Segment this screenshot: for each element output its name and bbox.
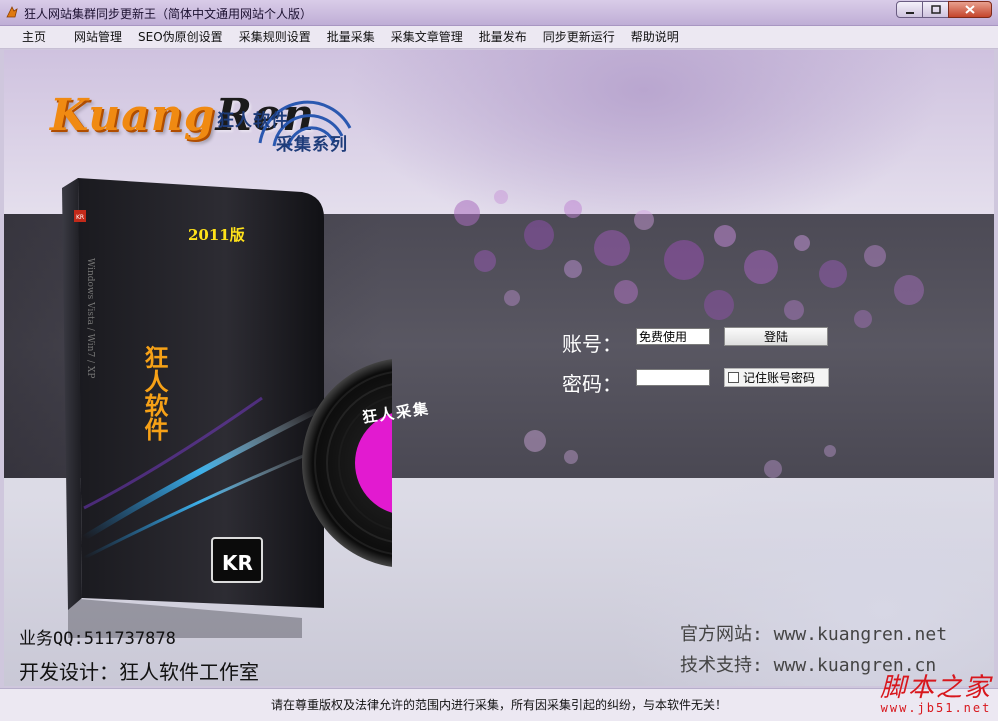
watermark-cn: 脚本之家 [879,673,992,703]
password-label: 密码： [562,372,622,396]
svg-text:KR: KR [76,214,84,221]
close-button[interactable] [948,1,992,18]
minimize-icon [905,11,914,14]
window-title: 狂人网站集群同步更新王（简体中文通用网站个人版） [24,7,313,21]
logo-series-text: 采集系列 [276,135,348,155]
box-spine-text: Windows Vista / Win7 / XP [85,258,95,378]
menu-help[interactable]: 帮助说明 [623,26,687,48]
password-input[interactable] [636,369,710,386]
minimize-button[interactable] [896,1,923,18]
business-qq: 业务QQ:511737878 [19,629,176,649]
logo-text-kuang: Kuang [50,90,216,141]
product-box-image: KR Windows Vista / Win7 / XP KR [62,178,392,638]
remember-password-checkbox[interactable]: 记住账号密码 [724,368,829,387]
username-label: 账号： [562,332,622,356]
kr-badge-icon: KR [222,551,253,575]
menu-home[interactable]: 主页 [0,26,66,48]
splash-panel: KuangRen 狂人软件 采集系列 KR Windows Vista / Wi… [4,50,994,686]
close-icon [965,5,975,14]
menu-sync-run[interactable]: 同步更新运行 [535,26,623,48]
watermark-url: www.jb51.net [880,701,992,715]
checkbox-icon[interactable] [728,372,739,383]
window-controls [896,1,992,19]
menu-batch-publish[interactable]: 批量发布 [471,26,535,48]
menu-collect-rules[interactable]: 采集规则设置 [231,26,319,48]
status-bar: 请在尊重版权及法律允许的范围内进行采集，所有因采集引起的纠纷，与本软件无关！ [0,688,998,721]
username-input[interactable] [636,328,710,345]
menu-seo-settings[interactable]: SEO伪原创设置 [130,26,231,48]
maximize-icon [930,5,941,14]
login-button[interactable]: 登陆 [724,327,828,346]
developer-credit: 开发设计：狂人软件工作室 [19,660,259,684]
title-bar: 狂人网站集群同步更新王（简体中文通用网站个人版） [0,0,998,26]
menu-batch-collect[interactable]: 批量采集 [319,26,383,48]
logo-brand-text: 狂人软件 [217,111,289,131]
app-logo-icon [6,6,18,18]
version-label: 2011版 [188,226,245,244]
menu-site-management[interactable]: 网站管理 [66,26,130,48]
menu-article-management[interactable]: 采集文章管理 [383,26,471,48]
maximize-button[interactable] [922,1,949,18]
official-site-link[interactable]: 官方网站: www.kuangren.net [680,620,947,646]
menu-bar: 主页 网站管理 SEO伪原创设置 采集规则设置 批量采集 采集文章管理 批量发布… [0,26,998,49]
watermark: 脚本之家 www.jb51.net [880,674,992,714]
box-cn-title: 狂人软件 [140,345,169,441]
status-disclaimer: 请在尊重版权及法律允许的范围内进行采集，所有因采集引起的纠纷，与本软件无关！ [270,698,727,712]
remember-label: 记住账号密码 [743,371,816,385]
